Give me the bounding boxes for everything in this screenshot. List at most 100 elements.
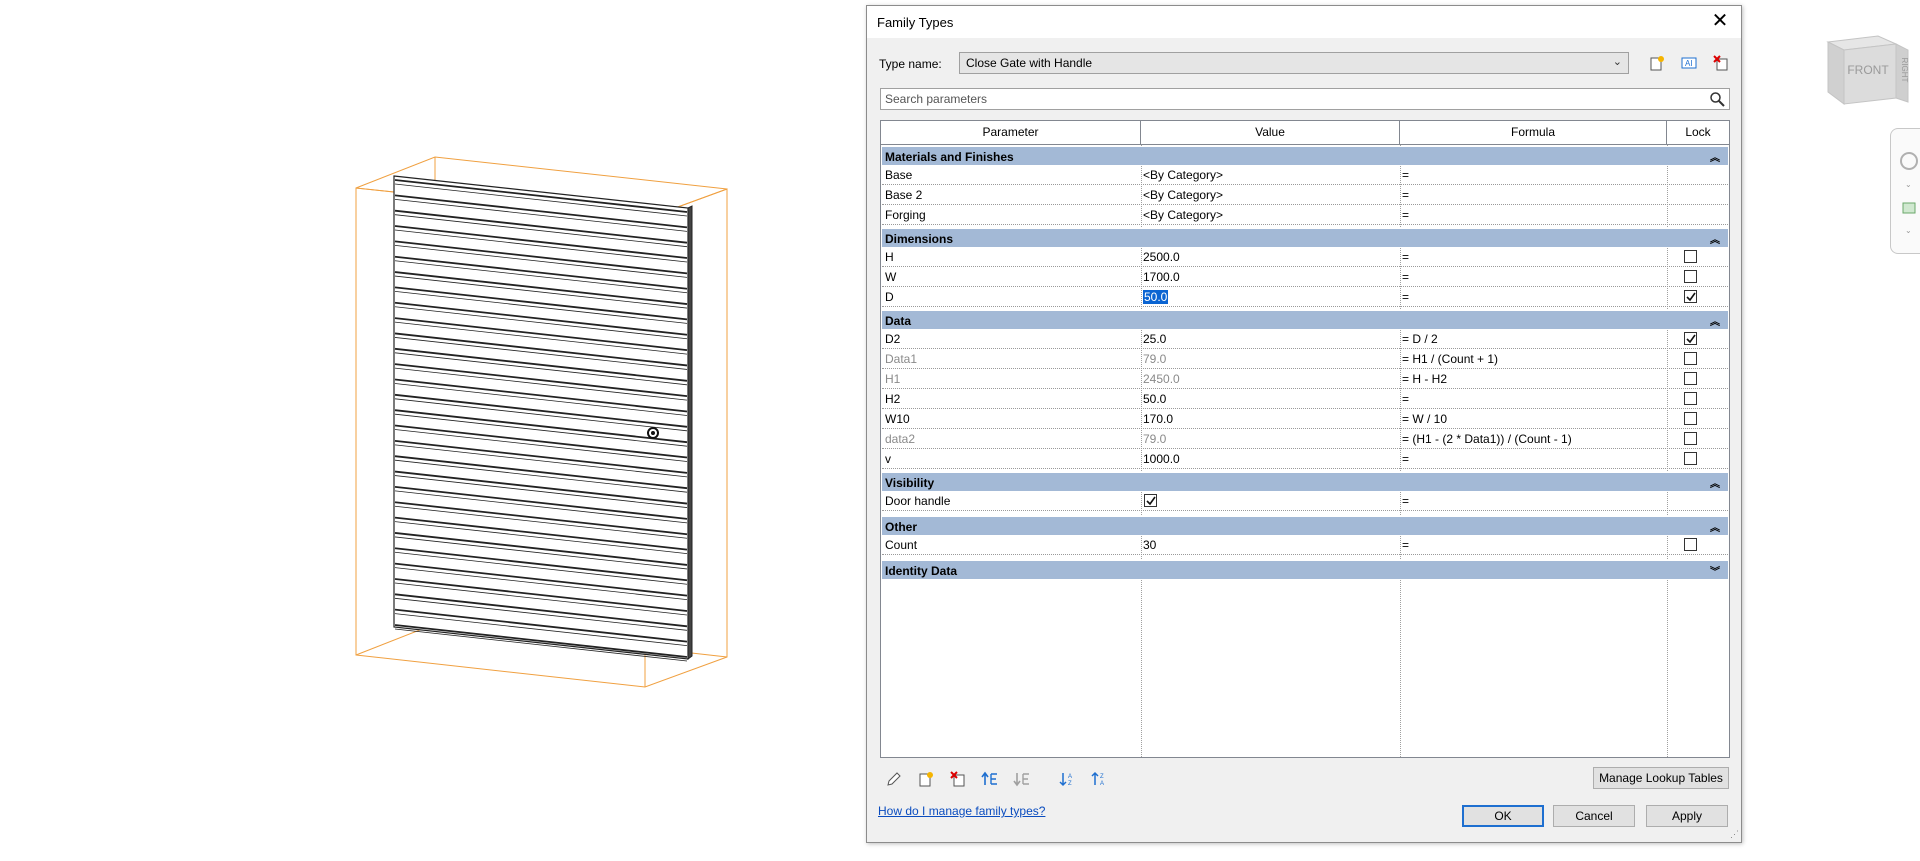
- param-formula[interactable]: =: [1402, 208, 1409, 222]
- column-header-parameter[interactable]: Parameter: [881, 121, 1141, 145]
- table-row[interactable]: D 50.0 =: [882, 287, 1728, 307]
- lock-checkbox[interactable]: [1684, 270, 1697, 283]
- table-row[interactable]: H1 2450.0 = H - H2: [882, 369, 1728, 389]
- param-value[interactable]: 1000.0: [1143, 452, 1180, 466]
- param-formula[interactable]: = (H1 - (2 * Data1)) / (Count - 1): [1402, 432, 1572, 446]
- param-name: Door handle: [885, 494, 951, 508]
- param-value[interactable]: <By Category>: [1143, 188, 1223, 202]
- delete-type-button[interactable]: [1709, 52, 1733, 74]
- close-icon[interactable]: ✕: [1707, 10, 1733, 34]
- lock-checkbox[interactable]: [1684, 332, 1697, 345]
- column-header-value[interactable]: Value: [1141, 121, 1400, 145]
- lock-checkbox[interactable]: [1684, 392, 1697, 405]
- cancel-button[interactable]: Cancel: [1553, 805, 1635, 827]
- column-header-lock[interactable]: Lock: [1667, 121, 1729, 145]
- group-header-data[interactable]: Data ︽: [882, 310, 1728, 329]
- group-header-identity[interactable]: Identity Data ︾: [882, 560, 1728, 579]
- sort-descending-button[interactable]: ZA: [1089, 768, 1111, 790]
- collapse-icon[interactable]: ︽: [1710, 313, 1720, 328]
- lock-checkbox[interactable]: [1684, 372, 1697, 385]
- param-value[interactable]: <By Category>: [1143, 168, 1223, 182]
- delete-parameter-button[interactable]: [947, 768, 969, 790]
- table-row[interactable]: D2 25.0 = D / 2: [882, 329, 1728, 349]
- lock-checkbox[interactable]: [1684, 412, 1697, 425]
- param-formula[interactable]: =: [1402, 250, 1409, 264]
- param-value[interactable]: <By Category>: [1143, 208, 1223, 222]
- lock-checkbox[interactable]: [1684, 432, 1697, 445]
- group-header-visibility[interactable]: Visibility ︽: [882, 472, 1728, 491]
- door-handle-checkbox[interactable]: [1144, 494, 1157, 507]
- table-row[interactable]: Data1 79.0 = H1 / (Count + 1): [882, 349, 1728, 369]
- sort-ascending-button[interactable]: AZ: [1057, 768, 1079, 790]
- search-parameters-box[interactable]: [880, 88, 1730, 110]
- lock-checkbox[interactable]: [1684, 250, 1697, 263]
- model-viewport[interactable]: [0, 0, 865, 861]
- type-name-select[interactable]: Close Gate with Handle ⌄: [959, 52, 1629, 74]
- param-value[interactable]: 30: [1143, 538, 1156, 552]
- group-header-dimensions[interactable]: Dimensions ︽: [882, 228, 1728, 247]
- param-formula[interactable]: =: [1402, 494, 1409, 508]
- help-link[interactable]: How do I manage family types?: [878, 804, 1045, 818]
- collapse-icon[interactable]: ︽: [1710, 475, 1720, 490]
- table-row[interactable]: Base <By Category> =: [882, 165, 1728, 185]
- param-name: D2: [885, 332, 901, 346]
- view-cube-front-label[interactable]: FRONT: [1847, 63, 1889, 77]
- table-row[interactable]: Count 30 =: [882, 535, 1728, 555]
- param-value[interactable]: 50.0: [1143, 392, 1166, 406]
- table-row[interactable]: v 1000.0 =: [882, 449, 1728, 469]
- move-down-button[interactable]: [1011, 768, 1033, 790]
- table-row[interactable]: data2 79.0 = (H1 - (2 * Data1)) / (Count…: [882, 429, 1728, 449]
- table-row[interactable]: Forging <By Category> =: [882, 205, 1728, 225]
- search-input[interactable]: [885, 92, 1685, 106]
- param-formula[interactable]: =: [1402, 188, 1409, 202]
- table-row[interactable]: Door handle =: [882, 491, 1728, 511]
- view-cube[interactable]: FRONT RIGHT: [1822, 28, 1910, 108]
- view-cube-side-label[interactable]: RIGHT: [1900, 58, 1909, 83]
- param-formula[interactable]: = H - H2: [1402, 372, 1447, 386]
- table-row[interactable]: W10 170.0 = W / 10: [882, 409, 1728, 429]
- param-formula[interactable]: =: [1402, 538, 1409, 552]
- ok-button[interactable]: OK: [1462, 805, 1544, 827]
- group-header-other[interactable]: Other ︽: [882, 516, 1728, 535]
- move-up-icon: [981, 771, 997, 785]
- param-formula[interactable]: = H1 / (Count + 1): [1402, 352, 1498, 366]
- table-row[interactable]: H 2500.0 =: [882, 247, 1728, 267]
- new-type-button[interactable]: [1645, 52, 1669, 74]
- param-value[interactable]: 170.0: [1143, 412, 1173, 426]
- manage-lookup-tables-button[interactable]: Manage Lookup Tables: [1593, 767, 1729, 789]
- collapse-icon[interactable]: ︽: [1710, 231, 1720, 246]
- apply-button[interactable]: Apply: [1646, 805, 1728, 827]
- param-formula[interactable]: = W / 10: [1402, 412, 1447, 426]
- param-formula[interactable]: =: [1402, 452, 1409, 466]
- param-value[interactable]: 25.0: [1143, 332, 1166, 346]
- new-parameter-button[interactable]: [915, 768, 937, 790]
- param-value[interactable]: 2500.0: [1143, 250, 1180, 264]
- param-formula[interactable]: =: [1402, 270, 1409, 284]
- collapse-icon[interactable]: ︽: [1710, 149, 1720, 164]
- param-formula[interactable]: =: [1402, 290, 1409, 304]
- table-row[interactable]: W 1700.0 =: [882, 267, 1728, 287]
- search-icon[interactable]: [1709, 91, 1725, 110]
- rename-type-button[interactable]: AI: [1677, 52, 1701, 74]
- lock-checkbox[interactable]: [1684, 352, 1697, 365]
- edit-parameter-button[interactable]: [883, 768, 905, 790]
- resize-grip-icon[interactable]: ⋰: [1730, 829, 1739, 840]
- column-header-formula[interactable]: Formula: [1400, 121, 1667, 145]
- param-formula[interactable]: =: [1402, 168, 1409, 182]
- lock-checkbox[interactable]: [1684, 452, 1697, 465]
- expand-icon[interactable]: ︾: [1710, 563, 1720, 578]
- table-row[interactable]: H2 50.0 =: [882, 389, 1728, 409]
- lock-checkbox[interactable]: [1684, 290, 1697, 303]
- lock-checkbox[interactable]: [1684, 538, 1697, 551]
- zoom-icon: [1902, 202, 1916, 214]
- navigation-bar[interactable]: ⌄ ⌄: [1890, 128, 1920, 254]
- param-value[interactable]: 1700.0: [1143, 270, 1180, 284]
- param-value-selected[interactable]: 50.0: [1143, 290, 1169, 304]
- table-row[interactable]: Base 2 <By Category> =: [882, 185, 1728, 205]
- param-formula[interactable]: = D / 2: [1402, 332, 1438, 346]
- checkmark-icon: [1686, 334, 1696, 344]
- param-formula[interactable]: =: [1402, 392, 1409, 406]
- collapse-icon[interactable]: ︽: [1710, 519, 1720, 534]
- move-up-button[interactable]: [979, 768, 1001, 790]
- group-header-materials[interactable]: Materials and Finishes ︽: [882, 146, 1728, 165]
